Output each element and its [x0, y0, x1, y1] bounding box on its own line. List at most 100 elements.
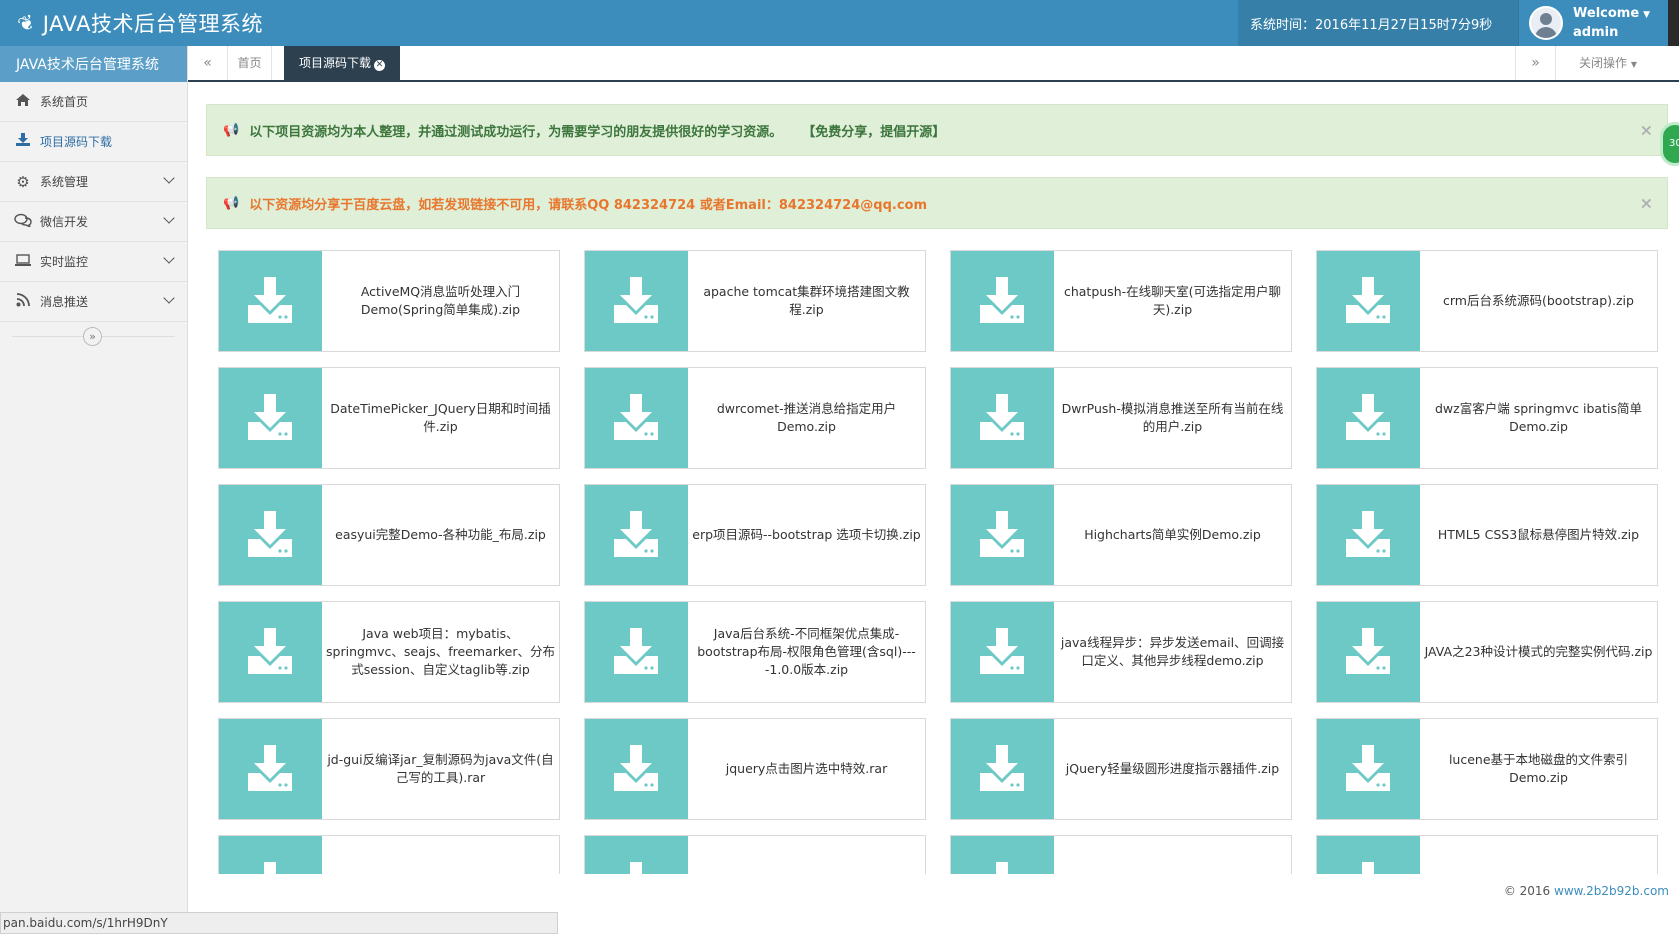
bullhorn-icon: 📢: [223, 195, 240, 211]
download-card[interactable]: [584, 835, 926, 874]
file-name: java线程异步：异步发送email、回调接口定义、其他异步线程demo.zip: [1060, 635, 1285, 668]
info-alert-suffix: 【免费分享，提倡开源】: [802, 124, 946, 140]
download-icon: [219, 251, 322, 351]
download-card[interactable]: lucene基于本地磁盘的文件索引Demo.zip: [1316, 718, 1658, 820]
download-icon: [951, 719, 1054, 819]
file-name: JAVA之23种设计模式的完整实例代码.zip: [1424, 644, 1653, 659]
download-icon: [585, 485, 688, 585]
rss-icon: [12, 292, 34, 311]
sidebar: JAVA技术后台管理系统 系统首页 项目源码下载 ⚙ 系统管理 微信开发 实时监…: [0, 46, 188, 934]
download-card[interactable]: dwz富客户端 springmvc ibatis简单Demo.zip: [1316, 367, 1658, 469]
download-card[interactable]: DateTimePicker_JQuery日期和时间插件.zip: [218, 367, 560, 469]
file-name: easyui完整Demo-各种功能_布局.zip: [335, 527, 546, 542]
file-name: HTML5 CSS3鼠标悬停图片特效.zip: [1437, 527, 1640, 542]
file-name: dwrcomet-推送消息给指定用户Demo.zip: [716, 401, 897, 434]
bullhorn-icon: 📢: [223, 122, 240, 138]
download-card[interactable]: HTML5 CSS3鼠标悬停图片特效.zip: [1316, 484, 1658, 586]
double-left-icon: «: [203, 55, 212, 71]
side-badge[interactable]: 30: [1660, 122, 1679, 166]
download-card[interactable]: java线程异步：异步发送email、回调接口定义、其他异步线程demo.zip: [950, 601, 1292, 703]
tab-home[interactable]: 首页: [228, 46, 272, 80]
sidebar-item-home[interactable]: 系统首页: [0, 82, 187, 122]
user-menu[interactable]: Welcome ▼ admin: [1518, 0, 1668, 46]
file-name: Highcharts简单实例Demo.zip: [1084, 527, 1261, 542]
sidebar-item-source-download[interactable]: 项目源码下载: [0, 122, 187, 162]
system-time: 系统时间： 2016年11月27日15时7分9秒: [1238, 0, 1518, 46]
download-icon: [585, 602, 688, 702]
download-icon: [585, 836, 688, 874]
download-icon: [219, 836, 322, 874]
download-card[interactable]: Highcharts简单实例Demo.zip: [950, 484, 1292, 586]
download-card[interactable]: erp项目源码--bootstrap 选项卡切换.zip: [584, 484, 926, 586]
file-name: jQuery轻量级圆形进度指示器插件.zip: [1065, 761, 1280, 776]
download-card[interactable]: [950, 835, 1292, 874]
download-icon: [1317, 602, 1420, 702]
file-name: [1420, 836, 1657, 874]
chevron-down-icon: [163, 172, 175, 184]
chevron-down-icon: [163, 252, 175, 264]
footer-link[interactable]: www.2b2b92b.com: [1554, 884, 1669, 898]
file-name: ActiveMQ消息监听处理入门Demo(Spring简单集成).zip: [360, 284, 521, 317]
download-icon: [1317, 836, 1420, 874]
download-icon: [585, 719, 688, 819]
file-name: dwz富客户端 springmvc ibatis简单Demo.zip: [1435, 401, 1642, 434]
system-time-value: 2016年11月27日15时7分9秒: [1315, 17, 1493, 33]
file-name: jquery点击图片选中特效.rar: [725, 761, 888, 776]
app-brand[interactable]: ❦ JAVA技术后台管理系统: [14, 0, 263, 46]
download-card[interactable]: jQuery轻量级圆形进度指示器插件.zip: [950, 718, 1292, 820]
download-card[interactable]: JAVA之23种设计模式的完整实例代码.zip: [1316, 601, 1658, 703]
tab-scroll-right-button[interactable]: »: [1515, 46, 1555, 80]
download-card[interactable]: [218, 835, 560, 874]
close-alert-icon[interactable]: ×: [1640, 194, 1653, 213]
tab-source-download[interactable]: 项目源码下载 ✕: [284, 46, 400, 80]
app-title: JAVA技术后台管理系统: [42, 12, 263, 36]
download-card[interactable]: [1316, 835, 1658, 874]
download-card[interactable]: crm后台系统源码(bootstrap).zip: [1316, 250, 1658, 352]
top-header: ❦ JAVA技术后台管理系统 系统时间： 2016年11月27日15时7分9秒 …: [0, 0, 1679, 80]
tab-label: 项目源码下载: [298, 56, 371, 70]
download-icon: [219, 719, 322, 819]
close-tab-icon[interactable]: ✕: [374, 60, 385, 71]
tab-bar: « 首页 项目源码下载 ✕ » 关闭操作 ▼: [188, 46, 1679, 82]
download-card[interactable]: jquery点击图片选中特效.rar: [584, 718, 926, 820]
tab-scroll-left-button[interactable]: «: [188, 46, 228, 80]
download-card[interactable]: jd-gui反编译jar_复制源码为java文件(自己写的工具).rar: [218, 718, 560, 820]
avatar[interactable]: [1529, 6, 1563, 40]
footer: © 2016 www.2b2b92b.com: [1504, 884, 1669, 898]
sidebar-item-monitor[interactable]: 实时监控: [0, 242, 187, 282]
file-name: DwrPush-模拟消息推送至所有当前在线的用户.zip: [1061, 401, 1284, 434]
download-icon: [219, 368, 322, 468]
download-card[interactable]: Java web项目：mybatis、springmvc、seajs、freem…: [218, 601, 560, 703]
warning-alert: 📢 以下资源均分享于百度云盘，如若发现链接不可用，请联系QQ 842324724…: [206, 177, 1668, 229]
sidebar-item-wechat[interactable]: 微信开发: [0, 202, 187, 242]
gear-icon: ⚙: [16, 172, 30, 191]
username: admin: [1573, 24, 1619, 40]
download-card[interactable]: dwrcomet-推送消息给指定用户Demo.zip: [584, 367, 926, 469]
download-icon: [1317, 719, 1420, 819]
download-icon: [12, 132, 34, 151]
download-card[interactable]: easyui完整Demo-各种功能_布局.zip: [218, 484, 560, 586]
download-card[interactable]: ActiveMQ消息监听处理入门Demo(Spring简单集成).zip: [218, 250, 560, 352]
download-card[interactable]: apache tomcat集群环境搭建图文教程.zip: [584, 250, 926, 352]
close-alert-icon[interactable]: ×: [1640, 121, 1653, 140]
collapse-sidebar-button[interactable]: »: [83, 327, 102, 346]
sidebar-item-push[interactable]: 消息推送: [0, 282, 187, 322]
close-operations-dropdown[interactable]: 关闭操作 ▼: [1555, 46, 1660, 80]
download-card[interactable]: chatpush-在线聊天室(可选指定用户聊天).zip: [950, 250, 1292, 352]
browser-status-url: pan.baidu.com/s/1hrH9DnY: [0, 912, 558, 934]
welcome-text: Welcome: [1573, 5, 1640, 21]
download-icon: [951, 251, 1054, 351]
download-card[interactable]: DwrPush-模拟消息推送至所有当前在线的用户.zip: [950, 367, 1292, 469]
sidebar-item-label: 项目源码下载: [40, 135, 113, 149]
leaf-logo-icon: ❦: [14, 8, 39, 38]
caret-down-icon: ▼: [1643, 9, 1651, 20]
download-icon: [219, 485, 322, 585]
info-alert: 📢 以下项目资源均为本人整理，并通过测试成功运行，为需要学习的朋友提供很好的学习…: [206, 104, 1668, 156]
sidebar-item-label: 消息推送: [40, 295, 89, 309]
download-card[interactable]: Java后台系统-不同框架优点集成-bootstrap布局-权限角色管理(含sq…: [584, 601, 926, 703]
file-name: Java后台系统-不同框架优点集成-bootstrap布局-权限角色管理(含sq…: [697, 626, 916, 677]
file-name: crm后台系统源码(bootstrap).zip: [1443, 293, 1634, 308]
system-time-label: 系统时间：: [1250, 17, 1316, 33]
sidebar-item-system-management[interactable]: ⚙ 系统管理: [0, 162, 187, 202]
file-name: jd-gui反编译jar_复制源码为java文件(自己写的工具).rar: [327, 752, 554, 785]
